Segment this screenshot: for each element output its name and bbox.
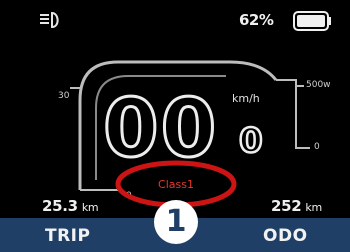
trip-distance: 25.3 km xyxy=(42,197,99,215)
trip-label: TRIP xyxy=(45,226,91,246)
odo-distance-value: 252 xyxy=(271,197,302,215)
ebike-display: 62% 30 0 500w 0 km/h 00 0 Class1 25.3km xyxy=(0,0,350,252)
trip-distance-unit: km xyxy=(81,201,99,214)
bike-class-label: Class1 xyxy=(158,178,194,191)
odo-distance-unit: km xyxy=(305,201,322,214)
odo-distance: 252 km xyxy=(271,197,322,215)
trip-distance-value: 25.3 xyxy=(42,197,78,215)
odo-label: ODO xyxy=(263,226,308,246)
assist-level-value: 1 xyxy=(165,204,187,239)
